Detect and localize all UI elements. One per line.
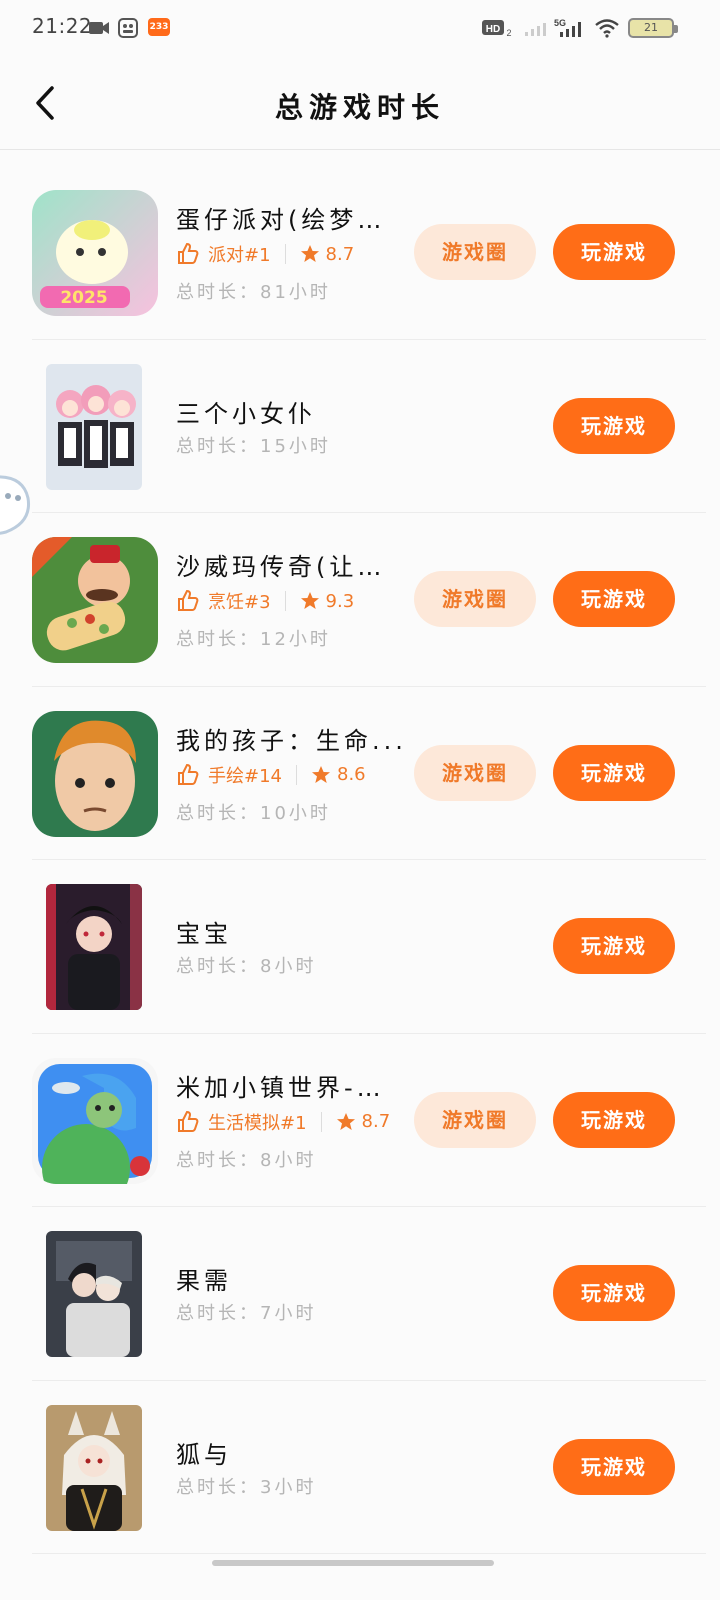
game-name: 我的孩子：生命... (176, 726, 407, 755)
hd-icon: HD 2 (482, 20, 512, 38)
divider (284, 244, 286, 264)
game-duration: 总时长：81小时 (176, 282, 331, 303)
svg-text:2025: 2025 (60, 288, 107, 308)
thumbs-up-icon (178, 589, 199, 611)
game-row-4[interactable]: 我的孩子：生命... 手绘#14 8.6 总时长：10小时 游戏圈 玩游戏 (32, 687, 706, 860)
home-indicator[interactable] (212, 1560, 494, 1566)
game-circle-button[interactable]: 游戏圈 (414, 744, 536, 801)
game-rank-line: 生活模拟#1 8.7 (176, 1108, 390, 1136)
svg-text:5G: 5G (554, 18, 566, 28)
app-notification-icon (118, 18, 138, 38)
game-name: 蛋仔派对(绘梦校... (176, 206, 408, 234)
game-rank: 生活模拟#1 (208, 1112, 307, 1134)
game-row-1[interactable]: 2025 蛋仔派对(绘梦校... 派对#1 8.7 总时长：81小时 游戏圈 玩… (32, 166, 706, 340)
battery-icon: 21 (628, 18, 678, 38)
game-thumbnail-baobao[interactable] (46, 884, 142, 1010)
game-name: 狐与 (176, 1440, 232, 1469)
game-rank-line: 烹饪#3 9.3 (176, 587, 354, 615)
game-thumbnail-shawarma[interactable] (32, 537, 158, 663)
play-game-button[interactable]: 玩游戏 (553, 1265, 675, 1321)
game-rank-line: 派对#1 8.7 (176, 240, 354, 268)
divider (320, 1111, 322, 1132)
thumbs-up-icon (178, 1110, 199, 1132)
wifi-icon (595, 19, 619, 38)
game-duration: 总时长：15小时 (176, 435, 331, 457)
game-row-5[interactable]: 宝宝 总时长：8小时 玩游戏 (32, 860, 706, 1034)
thumbs-up-icon (178, 242, 199, 264)
page-title: 总游戏时长 (274, 91, 445, 124)
thumbs-up-icon (178, 763, 199, 785)
divider (296, 764, 297, 785)
header: 总游戏时长 (0, 56, 720, 150)
game-rank-line: 手绘#14 8.6 (176, 761, 366, 789)
play-game-button[interactable]: 玩游戏 (553, 744, 675, 801)
play-game-button[interactable]: 玩游戏 (553, 571, 675, 627)
svg-text:HD: HD (486, 24, 500, 35)
signal-5g-icon: 5G (554, 18, 581, 37)
game-row-8[interactable]: 狐与 总时长：3小时 玩游戏 (32, 1381, 706, 1554)
play-game-button[interactable]: 玩游戏 (553, 397, 675, 454)
svg-text:2: 2 (506, 28, 511, 38)
star-icon (300, 592, 319, 609)
game-row-6[interactable]: 米加小镇世界-黄... 生活模拟#1 8.7 总时长：8小时 游戏圈 玩游戏 (32, 1034, 706, 1207)
game-rank: 手绘#14 (208, 765, 282, 787)
game-row-7[interactable]: 果需 总时长：7小时 玩游戏 (32, 1207, 706, 1381)
game-circle-button[interactable]: 游戏圈 (414, 224, 536, 280)
game-thumbnail-guoxu[interactable] (46, 1231, 142, 1357)
play-game-button[interactable]: 玩游戏 (553, 224, 675, 280)
play-game-button[interactable]: 玩游戏 (553, 918, 675, 974)
star-icon (300, 245, 319, 262)
game-duration: 总时长：7小时 (176, 1303, 317, 1324)
game-rank: 烹饪#3 (208, 592, 271, 613)
game-name: 果需 (176, 1267, 232, 1295)
game-thumbnail-eggy-party[interactable]: 2025 (32, 190, 158, 316)
game-duration: 总时长：10小时 (176, 802, 331, 824)
battery-level: 21 (644, 21, 658, 34)
play-game-button[interactable]: 玩游戏 (553, 1091, 675, 1148)
game-circle-button[interactable]: 游戏圈 (414, 571, 536, 627)
status-bar: 21:22 233 HD 2 5G 21 (0, 0, 720, 56)
game-duration: 总时长：3小时 (176, 1476, 317, 1498)
game-row-2[interactable]: 三个小女仆 总时长：15小时 玩游戏 (32, 340, 706, 513)
play-game-button[interactable]: 玩游戏 (553, 1438, 675, 1495)
game-rating: 8.7 (361, 1111, 391, 1132)
game-row-3[interactable]: 沙威玛传奇(让我... 烹饪#3 9.3 总时长：12小时 游戏圈 玩游戏 (32, 513, 706, 687)
game-thumbnail-toca-world[interactable] (32, 1057, 158, 1184)
status-time: 21:22 (32, 14, 93, 38)
star-icon (336, 1112, 355, 1130)
game-thumbnail-my-child[interactable] (32, 710, 158, 837)
game-rating: 8.6 (337, 764, 366, 785)
game-name: 三个小女仆 (176, 399, 316, 428)
game-thumbnail-three-maids[interactable] (46, 363, 142, 490)
game-rating: 8.7 (325, 243, 355, 265)
game-duration: 总时长：8小时 (176, 956, 317, 977)
game-duration: 总时长：12小时 (176, 629, 331, 650)
game-thumbnail-huyu[interactable] (46, 1404, 142, 1531)
game-rank: 派对#1 (208, 245, 271, 266)
video-camera-icon (89, 22, 109, 34)
star-icon (312, 765, 330, 783)
game-name: 米加小镇世界-黄... (176, 1073, 408, 1102)
signal-weak-icon (525, 23, 546, 36)
game-name: 沙威玛传奇(让我... (176, 553, 408, 581)
game-circle-button[interactable]: 游戏圈 (414, 1091, 536, 1148)
game-rating: 9.3 (325, 590, 355, 612)
game-list: 2025 蛋仔派对(绘梦校... 派对#1 8.7 总时长：81小时 游戏圈 玩… (0, 166, 720, 1554)
badge-233-icon: 233 (148, 18, 170, 36)
game-duration: 总时长：8小时 (176, 1149, 317, 1171)
game-name: 宝宝 (176, 920, 232, 948)
divider (284, 591, 286, 611)
